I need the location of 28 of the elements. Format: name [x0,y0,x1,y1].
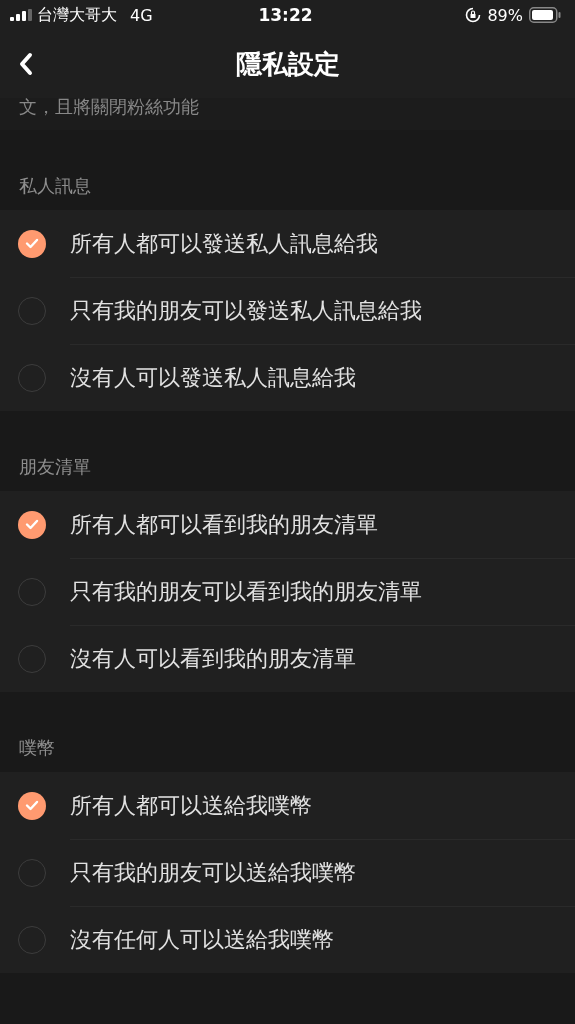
radio-button[interactable] [18,229,46,258]
carrier-name: 台灣大哥大 [37,4,117,26]
option-label[interactable]: 沒有任何人可以送給我噗幣 [70,925,334,955]
back-icon [18,52,34,76]
section-header: 私人訊息 [19,174,91,198]
option-label[interactable]: 只有我的朋友可以送給我噗幣 [70,858,356,888]
option-label[interactable]: 所有人都可以發送私人訊息給我 [70,228,378,259]
check-icon [25,519,39,530]
option-label[interactable]: 只有我的朋友可以看到我的朋友清單 [70,577,422,607]
option-label[interactable]: 沒有人可以發送私人訊息給我 [70,363,356,393]
radio-button[interactable] [18,510,46,539]
battery-percent: 89% [487,5,523,25]
section-header: 朋友清單 [19,455,91,479]
rotation-lock-icon [465,7,482,23]
radio-button[interactable] [18,791,46,820]
screen-title: 隱私設定 [235,47,340,81]
option-label[interactable]: 只有我的朋友可以發送私人訊息給我 [70,296,422,326]
section-header: 噗幣 [19,736,55,760]
clock: 13:22 [258,5,313,25]
signal-icon [10,9,32,21]
check-icon [25,800,39,811]
network-type: 4G [130,5,153,25]
description-text: 文，且將關閉粉絲功能 [19,98,199,116]
check-icon [25,238,39,249]
battery-icon [529,7,561,23]
option-label[interactable]: 所有人都可以看到我的朋友清單 [70,509,378,540]
option-label[interactable]: 所有人都可以送給我噗幣 [70,790,312,821]
option-label[interactable]: 沒有人可以看到我的朋友清單 [70,644,356,674]
